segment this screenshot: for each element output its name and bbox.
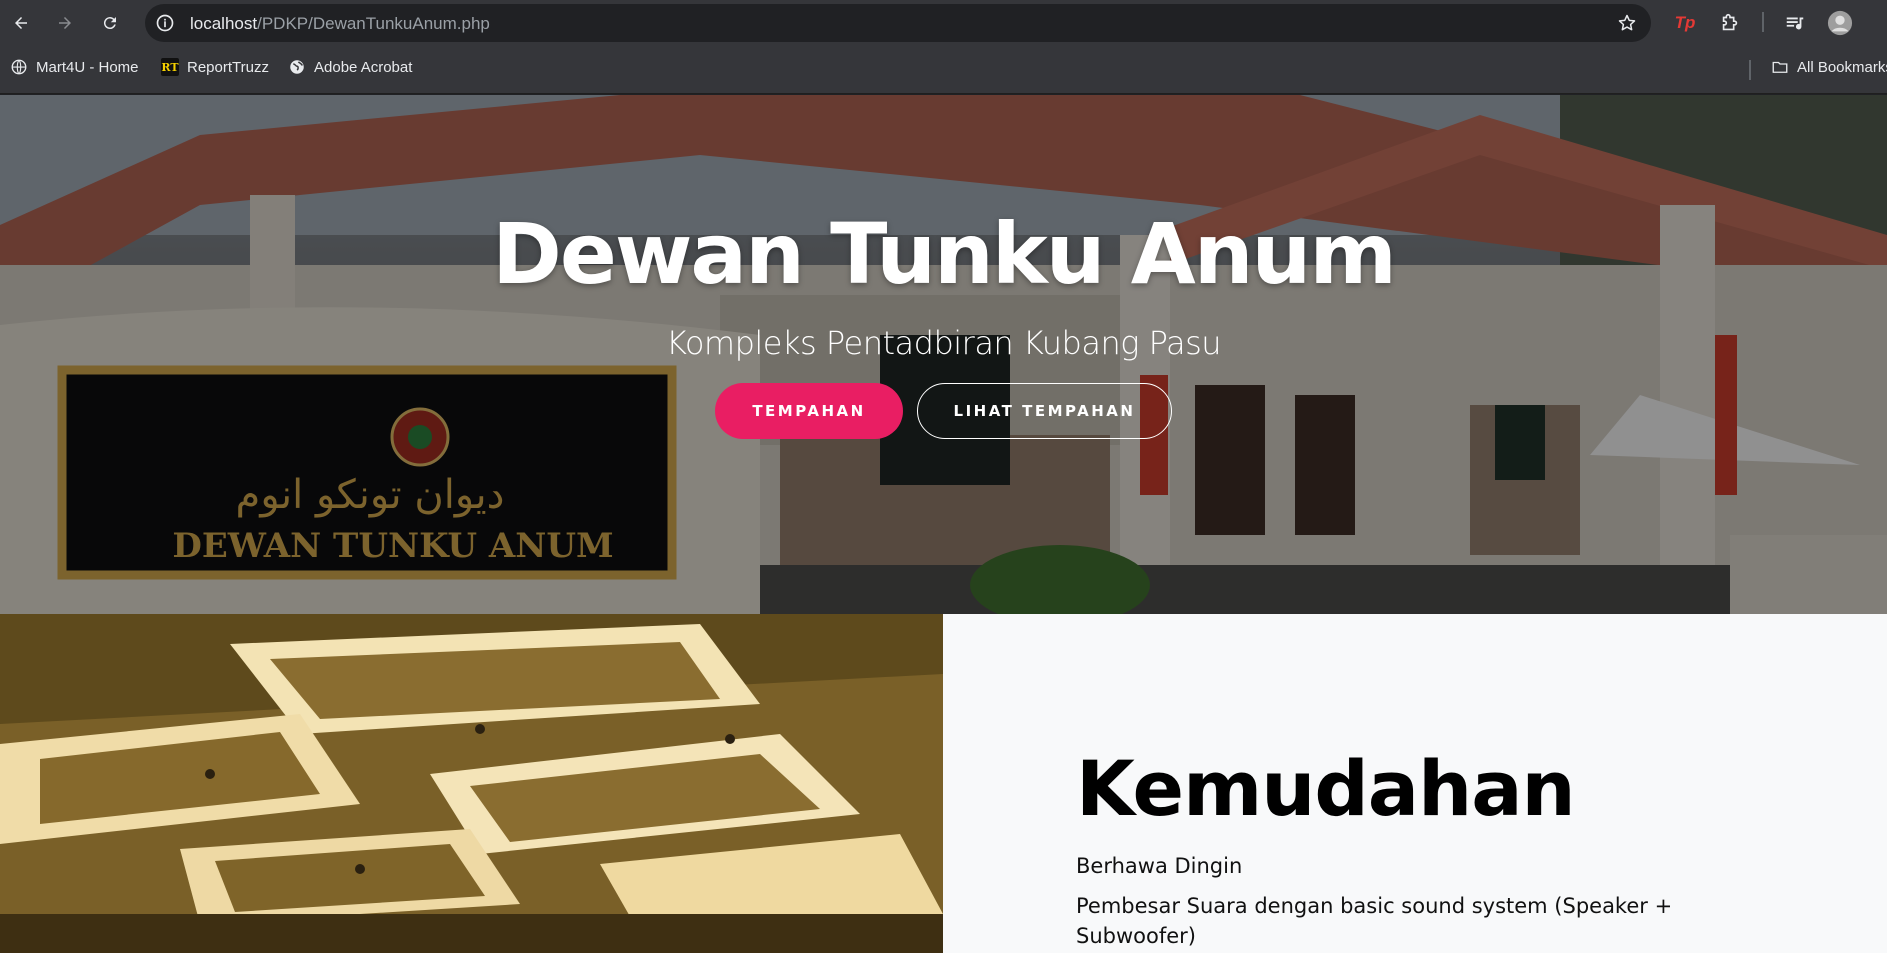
list-item: Berhawa Dingin [1076,854,1243,878]
hall-ceiling-photo [0,614,943,953]
browser-toolbar: localhost/PDKP/DewanTunkuAnum.php Tp [0,0,1887,46]
hero-title: Dewan Tunku Anum [492,205,1397,303]
tempahan-button[interactable]: TEMPAHAN [715,383,903,439]
url-host: localhost [190,14,258,33]
bookmark-mart4u[interactable]: Mart4U - Home [10,58,139,76]
url-text[interactable]: localhost/PDKP/DewanTunkuAnum.php [190,14,490,34]
globe-icon [10,58,28,76]
page-content: ديوان تونكو انوم DEWAN TUNKU ANUM Dewan … [0,95,1887,953]
arrow-right-icon [59,17,71,29]
folder-icon [1771,58,1789,76]
bookmark-label: Adobe Acrobat [314,58,413,76]
bookmarks-bar: Mart4U - Home RT ReportTruzz Adobe Acrob… [0,46,1887,94]
avatar-icon [1827,10,1853,36]
facilities-list: Berhawa Dingin Pembesar Suara dengan bas… [1076,851,1696,953]
media-button[interactable] [1782,11,1808,35]
star-icon[interactable] [1617,13,1637,33]
facilities-title: Kemudahan [1076,744,1576,833]
info-icon[interactable] [155,13,175,33]
puzzle-icon [1722,13,1738,31]
globe-icon [288,58,306,76]
hero-section: ديوان تونكو انوم DEWAN TUNKU ANUM Dewan … [0,95,1887,614]
forward-button[interactable] [51,9,79,37]
facilities-section: Kemudahan Berhawa Dingin Pembesar Suara … [943,614,1887,953]
rt-logo-icon: RT [161,58,179,76]
hero-subtitle: Kompleks Pentadbiran Kubang Pasu [665,324,1222,362]
list-item: Pembesar Suara dengan basic sound system… [1076,894,1673,948]
bookmark-reporttruzz[interactable]: RT ReportTruzz [161,58,269,76]
extensions-button[interactable] [1717,11,1743,35]
url-path: /PDKP/DewanTunkuAnum.php [257,14,490,33]
all-bookmarks-button[interactable]: All Bookmarks [1771,58,1887,76]
address-bar[interactable]: localhost/PDKP/DewanTunkuAnum.php [145,4,1651,42]
bookmark-label: Mart4U - Home [36,58,139,76]
bookmark-adobe-acrobat[interactable]: Adobe Acrobat [288,58,412,76]
bookmark-label: ReportTruzz [187,58,269,76]
profile-button[interactable] [1826,10,1854,36]
reload-icon [103,17,116,30]
arrow-left-icon [15,17,27,29]
tp-extension-icon[interactable]: Tp [1672,11,1698,35]
bookmark-label: All Bookmarks [1797,58,1887,76]
tp-extension-logo: Tp [1674,13,1696,32]
toolbar-divider [1762,12,1764,32]
back-button[interactable] [7,9,35,37]
bookmarks-divider [1749,60,1751,80]
reload-button[interactable] [96,9,124,37]
lihat-tempahan-button[interactable]: LIHAT TEMPAHAN [917,383,1172,439]
media-queue-icon [1786,17,1804,30]
